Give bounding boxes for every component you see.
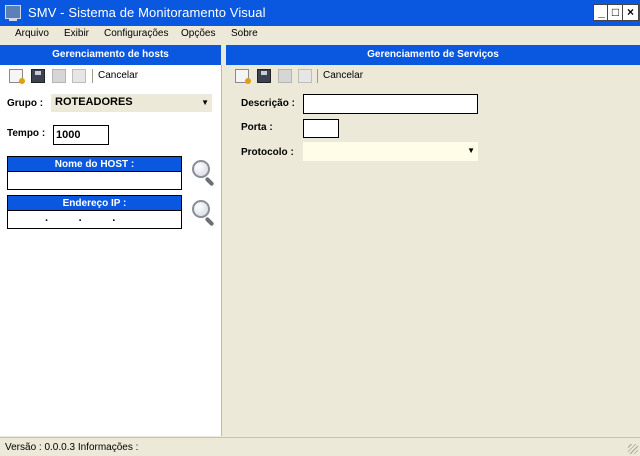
descricao-input[interactable]	[303, 94, 478, 114]
descricao-label: Descrição :	[241, 98, 295, 109]
porta-input[interactable]	[303, 119, 339, 138]
search-host-icon[interactable]	[190, 158, 218, 187]
edit-icon[interactable]	[278, 69, 292, 83]
menu-bar: Arquivo Exibir Configurações Opções Sobr…	[0, 26, 640, 44]
ip-separators: . . .	[45, 212, 116, 224]
chevron-down-icon[interactable]: ▼	[201, 94, 209, 111]
endereco-ip-input[interactable]: . . .	[7, 210, 182, 229]
tempo-input[interactable]: 1000	[53, 125, 109, 145]
cancel-button[interactable]: Cancelar	[98, 70, 138, 81]
toolbar-separator	[317, 69, 318, 83]
endereco-ip-header: Endereço IP :	[7, 195, 182, 211]
save-icon[interactable]	[31, 69, 45, 83]
hosts-panel	[0, 65, 222, 436]
window-title: SMV - Sistema de Monitoramento Visual	[28, 5, 266, 20]
services-panel-header: Gerenciamento de Serviços	[226, 45, 640, 65]
hosts-panel-header: Gerenciamento de hosts	[0, 45, 221, 65]
chevron-down-icon[interactable]: ▼	[467, 142, 475, 159]
delete-icon[interactable]	[72, 69, 86, 83]
nome-host-input[interactable]	[7, 171, 182, 190]
menu-exibir[interactable]: Exibir	[64, 28, 89, 39]
toolbar-separator	[92, 69, 93, 83]
grupo-value: ROTEADORES	[55, 96, 133, 108]
new-icon[interactable]	[235, 69, 251, 84]
search-ip-icon[interactable]	[190, 198, 218, 227]
menu-opcoes[interactable]: Opções	[181, 28, 215, 39]
tempo-label: Tempo :	[7, 128, 46, 139]
services-panel	[226, 65, 640, 436]
new-icon[interactable]	[9, 69, 25, 84]
nome-host-header: Nome do HOST :	[7, 156, 182, 172]
menu-arquivo[interactable]: Arquivo	[15, 28, 49, 39]
grupo-select[interactable]: ROTEADORES ▼	[51, 94, 212, 112]
protocolo-label: Protocolo :	[241, 147, 294, 158]
title-bar: SMV - Sistema de Monitoramento Visual _ …	[0, 0, 640, 26]
edit-icon[interactable]	[52, 69, 66, 83]
menu-configuracoes[interactable]: Configurações	[104, 28, 168, 39]
menu-sobre[interactable]: Sobre	[231, 28, 258, 39]
app-icon	[5, 5, 21, 21]
resize-grip-icon[interactable]	[628, 444, 638, 454]
status-bar: Versão : 0.0.0.3 Informações :	[0, 437, 640, 456]
services-toolbar: Cancelar	[226, 66, 640, 86]
protocolo-select[interactable]: ▼	[303, 142, 478, 161]
grupo-label: Grupo :	[7, 98, 44, 109]
delete-icon[interactable]	[298, 69, 312, 83]
status-text: Versão : 0.0.0.3 Informações :	[5, 442, 139, 453]
close-button[interactable]: ×	[622, 4, 639, 21]
cancel-button[interactable]: Cancelar	[323, 70, 363, 81]
porta-label: Porta :	[241, 122, 273, 133]
save-icon[interactable]	[257, 69, 271, 83]
hosts-toolbar: Cancelar	[0, 66, 221, 86]
